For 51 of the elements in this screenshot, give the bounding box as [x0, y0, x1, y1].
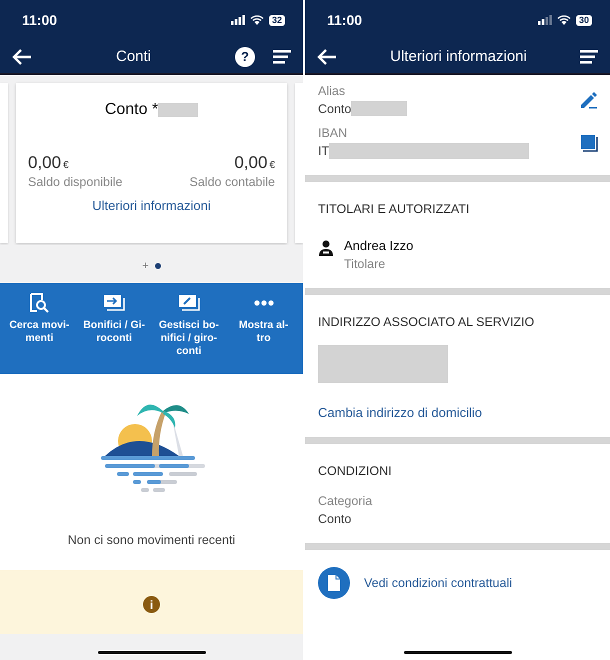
holder-name: Andrea Izzo [344, 238, 414, 253]
action-button[interactable]: Gestisci bo- nifici / giro- conti [152, 293, 226, 374]
person-icon [318, 240, 334, 256]
transfer-icon [103, 293, 126, 313]
add-account-button[interactable]: + [142, 260, 149, 272]
balance-label: Saldo disponibile [28, 175, 123, 189]
edit-icon[interactable] [580, 91, 598, 109]
balance-amount: 0,00€ [28, 153, 70, 173]
menu-icon[interactable] [273, 50, 291, 64]
contract-conditions-link[interactable]: Vedi condizioni contrattuali [364, 576, 512, 590]
battery-indicator: 30 [576, 14, 592, 26]
back-icon[interactable] [317, 48, 337, 64]
wifi-icon [556, 15, 571, 25]
back-icon[interactable] [12, 48, 32, 64]
section-heading: INDIRIZZO ASSOCIATO AL SERVIZIO [318, 315, 536, 329]
screen-title: Ulteriori informazioni [389, 48, 528, 65]
screen-title: Conti [114, 48, 152, 65]
field-value: Conto [318, 102, 352, 116]
empty-message: Non ci sono movimenti recenti [68, 533, 236, 547]
help-button[interactable]: ? [235, 46, 255, 66]
field-label: IBAN [318, 126, 348, 140]
status-time: 11:00 [327, 12, 362, 28]
signal-icon [230, 15, 245, 25]
copy-icon[interactable] [580, 134, 598, 152]
section-heading: CONDIZIONI [318, 464, 393, 478]
document-icon[interactable] [318, 567, 350, 599]
status-time: 11:00 [22, 12, 58, 28]
action-button[interactable]: Cerca movi- menti [2, 293, 77, 374]
redacted-number [158, 103, 198, 117]
edit-transfer-icon [178, 293, 200, 313]
balance-label: Saldo contabile [190, 175, 275, 189]
battery-indicator: 32 [268, 14, 285, 26]
signal-icon [538, 15, 552, 25]
account-title: Conto * [104, 101, 158, 119]
search-document-icon [29, 293, 50, 313]
field-value: IT [318, 144, 330, 158]
field-label: Categoria [318, 494, 374, 508]
page-dot[interactable] [154, 263, 161, 269]
more-info-link[interactable]: Ulteriori informazioni [92, 198, 211, 213]
action-button[interactable]: Bonifici / Gi- roconti [76, 293, 152, 374]
wifi-icon [250, 15, 264, 25]
change-address-link[interactable]: Cambia indirizzo di domicilio [318, 405, 597, 420]
field-label: Alias [318, 84, 346, 98]
balance-amount: 0,00€ [234, 153, 275, 173]
redacted-value [351, 101, 408, 116]
section-heading: TITOLARI E AUTORIZZATI [318, 202, 470, 216]
action-button[interactable]: Mostra al- tro [226, 293, 301, 374]
holder-role: Titolare [344, 257, 386, 271]
menu-icon[interactable] [580, 50, 598, 64]
field-value: Conto [318, 512, 352, 526]
info-icon: i [143, 596, 160, 613]
